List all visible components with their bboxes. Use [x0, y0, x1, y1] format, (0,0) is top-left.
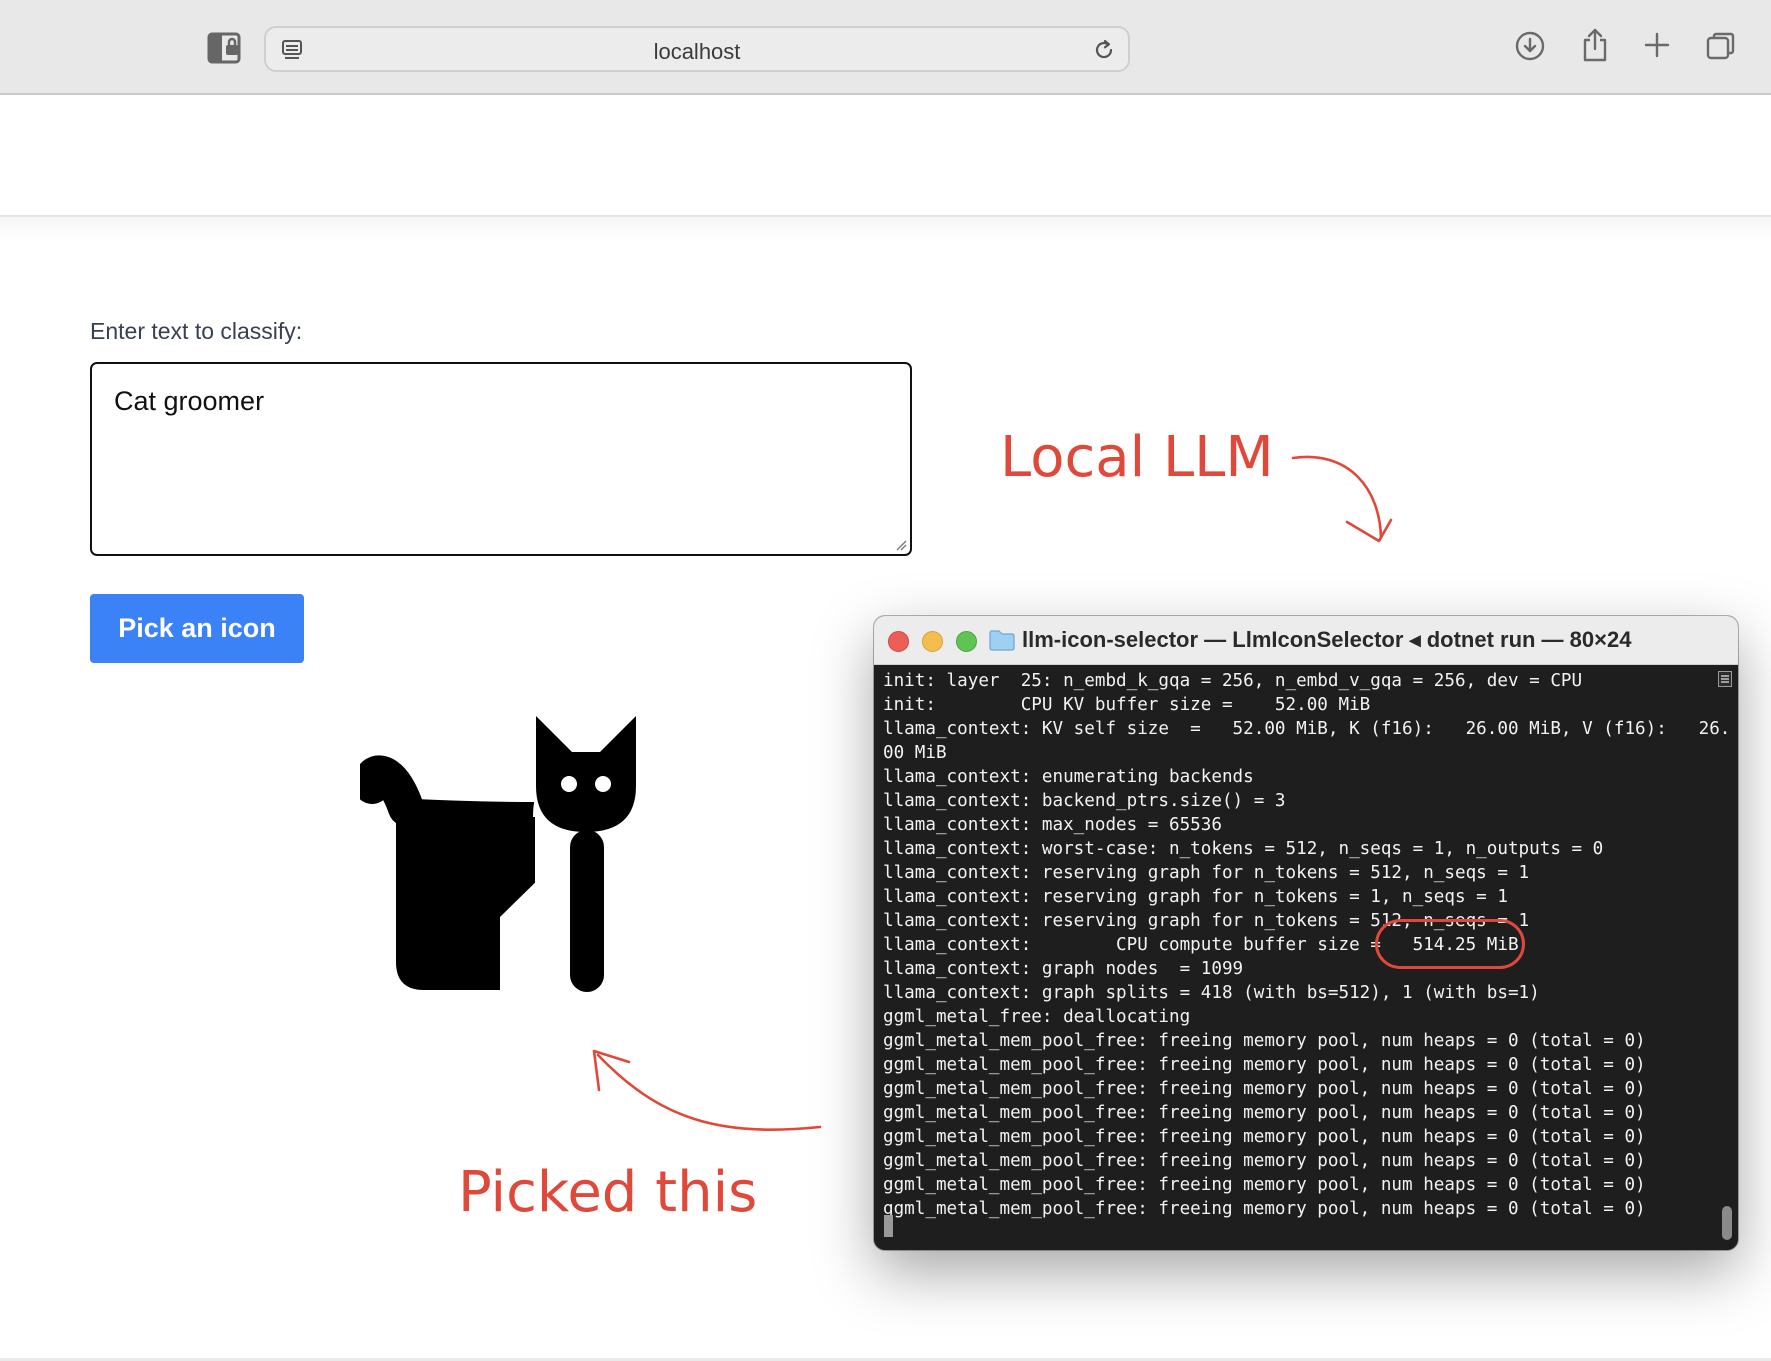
zoom-window-button[interactable]: [956, 631, 977, 652]
terminal-cursor: [884, 1215, 893, 1237]
terminal-line: llama_context: reserving graph for n_tok…: [883, 863, 1530, 883]
terminal-line: llama_context: graph splits = 418 (with …: [883, 983, 1540, 1003]
annotation-circle: [1375, 919, 1525, 969]
terminal-line: init: layer 25: n_embd_k_gqa = 256, n_em…: [883, 671, 1583, 691]
minimize-window-button[interactable]: [922, 631, 943, 652]
terminal-line: ggml_metal_mem_pool_free: freeing memory…: [883, 1151, 1646, 1171]
terminal-title: llm-icon-selector — LlmIconSelector ◂ do…: [1022, 627, 1632, 652]
terminal-line: llama_context: reserving graph for n_tok…: [883, 887, 1508, 907]
terminal-line: llama_context: graph nodes = 1099: [883, 959, 1244, 979]
terminal-line: ggml_metal_mem_pool_free: freeing memory…: [883, 1199, 1646, 1219]
terminal-line: llama_context: CPU compute buffer size =…: [883, 935, 1519, 955]
terminal-line: ggml_metal_mem_pool_free: freeing memory…: [883, 1127, 1646, 1147]
terminal-output[interactable]: init: layer 25: n_embd_k_gqa = 256, n_em…: [874, 665, 1738, 1250]
terminal-line: ggml_metal_free: deallocating: [883, 1007, 1191, 1027]
terminal-line: llama_context: reserving graph for n_tok…: [883, 911, 1530, 931]
terminal-line: llama_context: worst-case: n_tokens = 51…: [883, 839, 1604, 859]
arrow-to-terminal: [1291, 455, 1383, 540]
terminal-line: llama_context: max_nodes = 65536: [883, 815, 1222, 835]
terminal-line: ggml_metal_mem_pool_free: freeing memory…: [883, 1055, 1646, 1075]
close-window-button[interactable]: [888, 631, 909, 652]
terminal-titlebar[interactable]: llm-icon-selector — LlmIconSelector ◂ do…: [874, 616, 1738, 665]
terminal-line: llama_context: KV self size = 52.00 MiB,…: [883, 719, 1731, 739]
terminal-window[interactable]: llm-icon-selector — LlmIconSelector ◂ do…: [874, 616, 1738, 1250]
terminal-line: init: CPU KV buffer size = 52.00 MiB: [883, 695, 1371, 715]
scroll-marks-icon[interactable]: [1718, 671, 1732, 687]
terminal-line: llama_context: backend_ptrs.size() = 3: [883, 791, 1286, 811]
terminal-line: ggml_metal_mem_pool_free: freeing memory…: [883, 1103, 1646, 1123]
arrow-to-cat: [596, 1053, 822, 1131]
arrow-head-terminal: [1345, 518, 1393, 543]
terminal-log: init: layer 25: n_embd_k_gqa = 256, n_em…: [883, 669, 1731, 1221]
terminal-line: ggml_metal_mem_pool_free: freeing memory…: [883, 1079, 1646, 1099]
terminal-line: ggml_metal_mem_pool_free: freeing memory…: [883, 1031, 1646, 1051]
folder-icon: [989, 630, 1015, 651]
terminal-line: 00 MiB: [883, 743, 947, 763]
terminal-line: llama_context: enumerating backends: [883, 767, 1254, 787]
terminal-scrollbar[interactable]: [1722, 1206, 1732, 1240]
terminal-line: ggml_metal_mem_pool_free: freeing memory…: [883, 1175, 1646, 1195]
